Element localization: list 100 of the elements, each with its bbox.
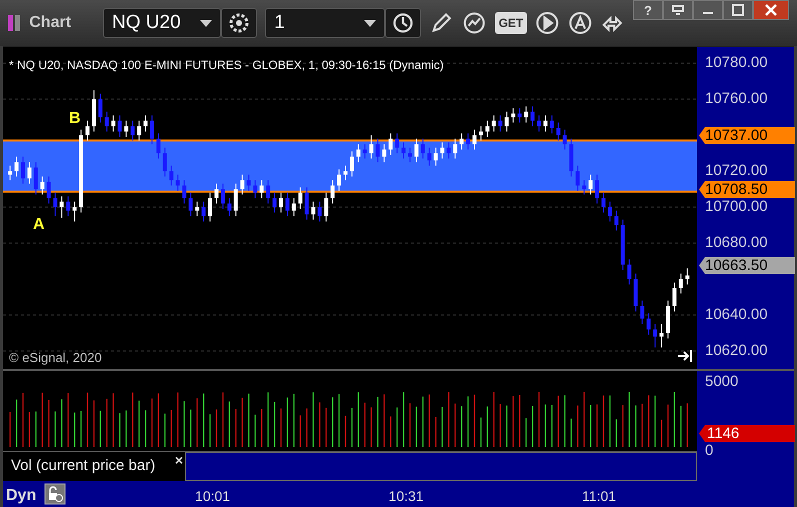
minimize-button[interactable] xyxy=(693,0,723,20)
maximize-button[interactable] xyxy=(723,0,753,20)
candlestick xyxy=(588,174,593,196)
candlestick xyxy=(530,106,535,127)
candlestick xyxy=(214,183,218,204)
candlestick xyxy=(343,165,348,181)
settings-icon xyxy=(228,12,250,34)
candlestick xyxy=(576,165,580,192)
clock-icon xyxy=(392,12,414,34)
lock-icon[interactable] xyxy=(44,483,66,505)
window-icon xyxy=(8,14,22,32)
candlestick xyxy=(118,114,122,138)
price-marker: 10708.50 xyxy=(699,181,795,198)
candlestick xyxy=(562,129,567,150)
candlestick xyxy=(272,192,277,213)
candlestick xyxy=(434,147,438,166)
clock-button[interactable] xyxy=(385,8,422,38)
candlestick xyxy=(627,258,632,285)
candlestick xyxy=(414,138,418,163)
time-label: 10:01 xyxy=(195,487,230,506)
get-button[interactable]: GET xyxy=(494,12,528,34)
candlestick xyxy=(298,186,302,210)
candlestick xyxy=(240,174,244,196)
candlestick xyxy=(227,198,232,217)
time-label: 10:31 xyxy=(388,487,424,506)
candlestick xyxy=(350,150,354,178)
candlestick xyxy=(453,138,458,160)
candlestick xyxy=(420,138,425,160)
candlestick xyxy=(472,129,476,150)
volume-tick-label: 5000 xyxy=(705,374,738,389)
candlestick xyxy=(524,106,528,124)
candlestick xyxy=(362,144,367,160)
candlestick xyxy=(169,165,174,186)
candlestick xyxy=(550,114,554,134)
candlestick xyxy=(156,132,160,160)
copyright-text: © eSignal, 2020 xyxy=(9,349,102,367)
candlestick xyxy=(208,192,212,222)
restore-button[interactable] xyxy=(663,0,693,20)
candlestick xyxy=(220,183,225,210)
candlestick xyxy=(150,114,154,145)
candlestick xyxy=(672,282,676,312)
candlestick xyxy=(27,162,32,184)
candlestick xyxy=(608,201,612,222)
candlestick xyxy=(20,156,25,184)
candlestick xyxy=(188,192,193,217)
interval-dropdown[interactable]: 1 xyxy=(265,8,386,38)
candlestick xyxy=(246,174,251,192)
candlestick xyxy=(66,196,70,217)
candlestick xyxy=(104,111,109,132)
price-tick-label: 10720.00 xyxy=(705,163,768,180)
close-study-button[interactable]: × xyxy=(174,450,183,471)
candlestick xyxy=(646,312,651,336)
candlestick xyxy=(427,147,432,166)
candlestick xyxy=(34,162,38,196)
symbol-dropdown[interactable]: NQ U20 xyxy=(103,8,222,38)
candlestick xyxy=(582,180,586,196)
price-marker: 10663.50 xyxy=(699,257,795,274)
minimize-icon xyxy=(703,12,713,14)
price-tick-label: 10700.00 xyxy=(705,199,768,216)
candlestick xyxy=(285,192,290,217)
candlestick xyxy=(137,120,142,142)
candlestick xyxy=(292,198,296,217)
volume-label: Vol (current price bar) xyxy=(11,456,156,476)
candlestick xyxy=(130,120,135,142)
jump-to-end-icon[interactable] xyxy=(677,349,693,363)
candlestick xyxy=(640,300,644,325)
candlestick xyxy=(556,122,560,142)
close-button[interactable] xyxy=(753,0,789,20)
candlestick xyxy=(466,132,470,150)
candlestick xyxy=(85,120,90,142)
maximize-icon xyxy=(732,4,744,16)
candlestick xyxy=(182,180,186,204)
candlestick xyxy=(653,324,658,348)
caret-icon xyxy=(364,20,376,26)
candlestick xyxy=(124,120,128,138)
candlestick xyxy=(8,165,12,181)
candlestick xyxy=(111,114,116,132)
candlestick xyxy=(485,120,490,138)
candlestick xyxy=(498,114,502,132)
candlestick xyxy=(337,168,342,192)
close-icon xyxy=(765,4,777,16)
line-chart-icon[interactable] xyxy=(462,10,487,36)
candlestick xyxy=(408,147,412,163)
settings-button[interactable] xyxy=(221,8,258,38)
chart-header: * NQ U20, NASDAQ 100 E-MINI FUTURES - GLOBEX, 1, 09:30-16:15 (Dynamic) xyxy=(9,57,444,74)
price-tick-label: 10780.00 xyxy=(705,55,768,72)
price-tick-label: 10760.00 xyxy=(705,91,768,108)
candlestick xyxy=(369,134,374,160)
candlestick xyxy=(40,176,44,196)
candlestick xyxy=(536,114,541,132)
play-icon[interactable] xyxy=(535,10,560,36)
candlestick xyxy=(162,147,167,178)
candlestick xyxy=(202,201,206,222)
candlestick xyxy=(304,186,309,220)
candlestick xyxy=(260,180,264,199)
candlestick xyxy=(53,192,58,217)
candlestick xyxy=(460,132,464,150)
candlestick xyxy=(356,144,360,163)
alert-icon[interactable] xyxy=(568,10,592,36)
help-button[interactable]: ? xyxy=(633,0,663,20)
